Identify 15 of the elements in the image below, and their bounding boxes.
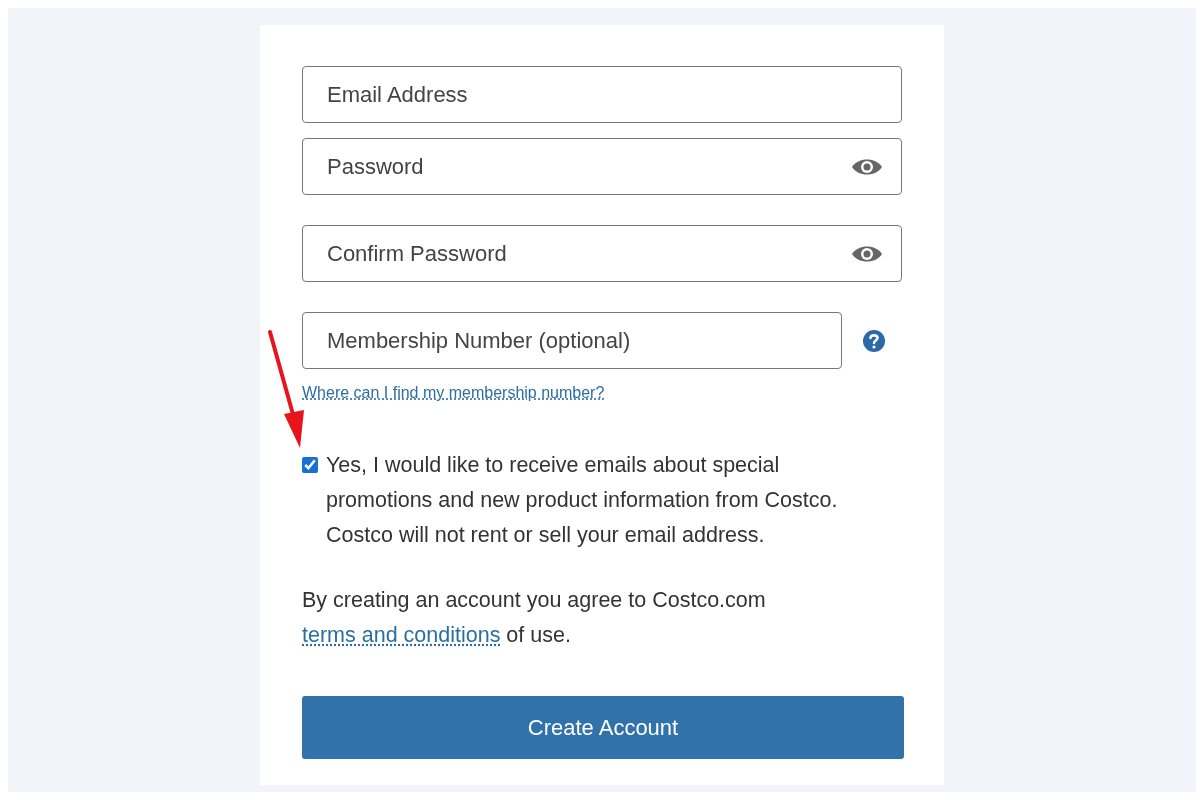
terms-text: By creating an account you agree to Costco.com terms and conditions of use. xyxy=(302,587,767,649)
terms-link[interactable]: terms and conditions xyxy=(302,623,501,647)
input-field[interactable]: Email Address xyxy=(302,66,902,123)
text-input[interactable]: Email Address xyxy=(325,80,883,109)
input-field[interactable]: Confirm Password xyxy=(302,225,902,282)
text-input[interactable]: Membership Number (optional) xyxy=(325,326,823,355)
input-field[interactable]: Password xyxy=(302,138,902,195)
text-input[interactable]: Password xyxy=(325,152,851,181)
create-account-button[interactable]: Create Account xyxy=(302,696,904,759)
newsletter-checkbox[interactable] xyxy=(302,457,318,473)
help-icon[interactable] xyxy=(862,328,886,353)
text-input[interactable]: Confirm Password xyxy=(325,239,851,268)
help-link[interactable]: Where can I find my membership number? xyxy=(302,384,605,402)
newsletter-label: Yes, I would like to receive emails about special promotions and new product information from Costco. Costco will not rent or sell your email address. xyxy=(326,452,839,549)
input-field[interactable]: Membership Number (optional) xyxy=(302,312,842,369)
